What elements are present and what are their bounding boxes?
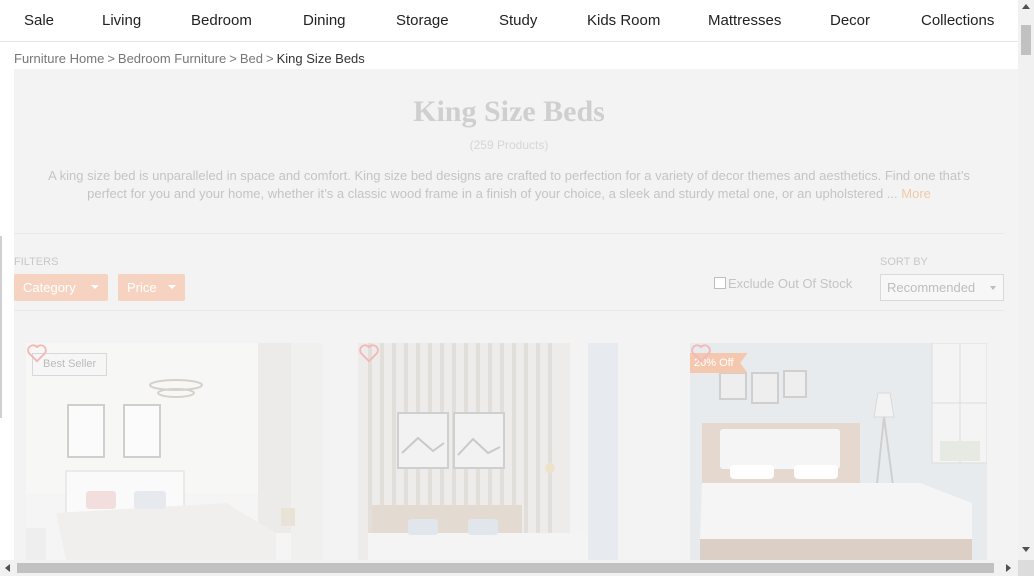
price-filter-button[interactable]: Price (118, 274, 185, 301)
description-text: A king size bed is unparalleled in space… (48, 168, 970, 201)
category-description: A king size bed is unparalleled in space… (28, 167, 990, 203)
nav-item-collections[interactable]: Collections (921, 12, 994, 29)
breadcrumb-separator: > (107, 51, 115, 66)
horizontal-scrollbar[interactable] (0, 560, 1018, 576)
nav-item-living[interactable]: Living (102, 12, 141, 29)
scroll-down-arrow-icon[interactable] (1022, 547, 1030, 552)
product-card[interactable]: Best Seller (26, 343, 323, 560)
product-image (690, 343, 987, 560)
heart-icon[interactable] (690, 343, 712, 363)
scroll-up-arrow-icon[interactable] (1022, 4, 1030, 9)
chevron-down-icon (990, 286, 996, 290)
divider (14, 233, 1004, 234)
exclude-out-of-stock-label: Exclude Out Of Stock (728, 276, 853, 291)
nav-item-bedroom[interactable]: Bedroom (191, 12, 252, 29)
price-filter-label: Price (127, 280, 157, 295)
nav-item-study[interactable]: Study (499, 12, 537, 29)
nav-item-mattresses[interactable]: Mattresses (708, 12, 781, 29)
product-image (358, 343, 655, 560)
nav-item-sale[interactable]: Sale (24, 12, 54, 29)
exclude-out-of-stock-checkbox[interactable] (714, 277, 726, 289)
category-filter-button[interactable]: Category (14, 274, 108, 301)
listing-overlay: King Size Beds (259 Products) A king siz… (14, 69, 1018, 560)
breadcrumb-link-bed[interactable]: Bed (240, 51, 263, 66)
nav-item-storage[interactable]: Storage (396, 12, 449, 29)
heart-icon[interactable] (358, 343, 380, 363)
breadcrumb-current: King Size Beds (276, 51, 365, 66)
nav-item-dining[interactable]: Dining (303, 12, 346, 29)
top-nav: Sale Living Bedroom Dining Storage Study… (0, 0, 1018, 42)
breadcrumb-link-furniture-home[interactable]: Furniture Home (14, 51, 104, 66)
scroll-left-arrow-icon[interactable] (5, 564, 10, 572)
nav-item-decor[interactable]: Decor (830, 12, 870, 29)
divider (14, 310, 1004, 311)
sort-by-select[interactable]: Recommended (880, 274, 1004, 301)
heart-icon[interactable] (26, 343, 48, 363)
vertical-scrollbar[interactable] (1018, 0, 1034, 560)
scroll-right-arrow-icon[interactable] (1006, 564, 1011, 572)
vertical-scroll-thumb[interactable] (1021, 25, 1031, 55)
more-link[interactable]: More (901, 186, 931, 201)
filters-label: FILTERS (14, 256, 59, 268)
page-title: King Size Beds (413, 95, 605, 128)
chevron-down-icon (91, 285, 99, 289)
product-card[interactable] (358, 343, 655, 560)
nav-item-kids-room[interactable]: Kids Room (587, 12, 660, 29)
sort-by-label: SORT BY (880, 256, 928, 268)
scrollbar-corner (1018, 560, 1034, 576)
category-filter-label: Category (23, 280, 76, 295)
breadcrumb-link-bedroom-furniture[interactable]: Bedroom Furniture (118, 51, 226, 66)
breadcrumb-separator: > (229, 51, 237, 66)
exclude-out-of-stock-toggle[interactable]: Exclude Out Of Stock (714, 276, 852, 291)
breadcrumb: Furniture Home > Bedroom Furniture > Bed > Kin… (14, 51, 365, 66)
product-count: (259 Products) (469, 138, 549, 152)
horizontal-scroll-thumb[interactable] (17, 563, 994, 573)
breadcrumb-separator: > (266, 51, 274, 66)
product-card[interactable]: 20% Off (690, 343, 987, 560)
chevron-down-icon (168, 285, 176, 289)
sort-by-value: Recommended (887, 280, 976, 295)
side-edge-tab[interactable] (0, 236, 2, 418)
